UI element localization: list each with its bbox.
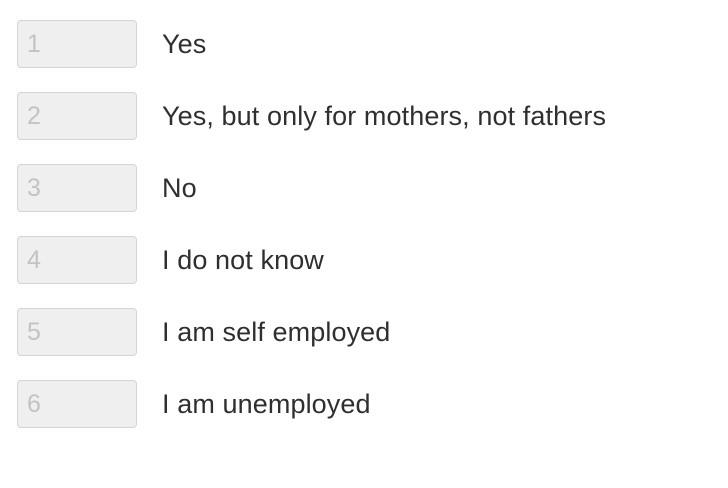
choice-label: Yes (162, 28, 207, 59)
choice-row-unemployed: I am unemployed (17, 380, 707, 428)
rank-order-choice-list: Yes Yes, but only for mothers, not fathe… (17, 20, 707, 452)
choice-row-yes: Yes (17, 20, 707, 68)
choice-label: No (162, 172, 197, 203)
choice-label: Yes, but only for mothers, not fathers (162, 100, 607, 131)
choice-label: I am unemployed (162, 388, 371, 419)
choice-label: I do not know (162, 244, 324, 275)
choice-row-self-employed: I am self employed (17, 308, 707, 356)
choice-row-do-not-know: I do not know (17, 236, 707, 284)
rank-input-4[interactable] (17, 236, 137, 284)
choice-label: I am self employed (162, 316, 391, 347)
choice-row-no: No (17, 164, 707, 212)
rank-input-5[interactable] (17, 308, 137, 356)
rank-input-6[interactable] (17, 380, 137, 428)
rank-input-1[interactable] (17, 20, 137, 68)
choice-row-yes-mothers-only: Yes, but only for mothers, not fathers (17, 92, 707, 140)
rank-input-2[interactable] (17, 92, 137, 140)
rank-input-3[interactable] (17, 164, 137, 212)
